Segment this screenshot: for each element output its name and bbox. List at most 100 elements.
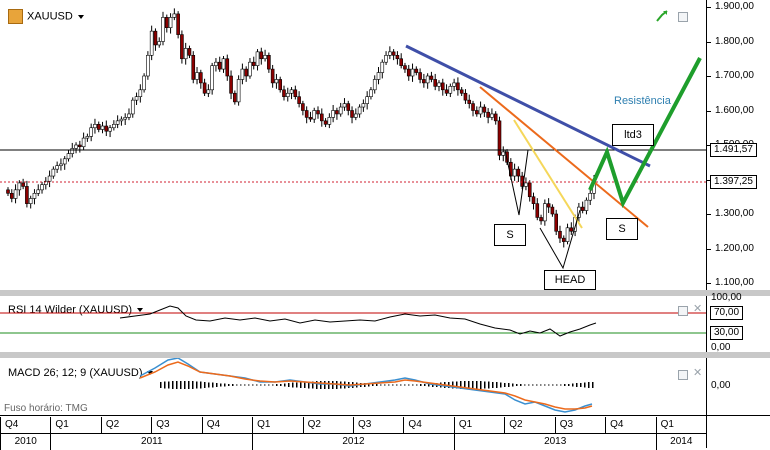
macd-hist-bar xyxy=(488,381,490,389)
candle-body xyxy=(440,82,445,91)
macd-hist-bar xyxy=(380,384,382,386)
macd-hist-bar xyxy=(228,384,230,386)
candle-body xyxy=(32,193,37,199)
candle-body xyxy=(62,158,67,165)
macd-hist-bar xyxy=(288,383,290,387)
quarter-cell: Q4 xyxy=(605,417,655,433)
candle-body xyxy=(335,110,339,115)
year-cell: 2010 xyxy=(0,434,50,450)
macd-pane[interactable]: MACD 26; 12; 9 (XAUUSD) Fuso horário: TM… xyxy=(0,358,706,415)
candle-body xyxy=(527,182,532,198)
candle-body xyxy=(263,54,267,60)
candle-body xyxy=(323,120,328,125)
candle-body xyxy=(369,89,373,98)
macd-hist-bar xyxy=(188,381,190,389)
quarter-cell: Q1 xyxy=(655,417,706,433)
macd-close-icon[interactable]: ✕ xyxy=(693,366,702,379)
candle-body xyxy=(89,127,93,137)
macd-hist-bar xyxy=(160,382,162,388)
level-2-value: 1.397,25 xyxy=(710,175,757,189)
price-tick-label: 1.100,00 xyxy=(715,277,754,288)
signal-arrow-icon xyxy=(656,10,668,22)
candle-body xyxy=(372,79,377,91)
quarter-cell: Q2 xyxy=(302,417,353,433)
candle-body xyxy=(388,51,392,56)
candle-body xyxy=(293,89,298,98)
price-pane[interactable]: XAUUSD Resistência ltd3 S S HEAD xyxy=(0,0,706,290)
candle-body xyxy=(282,89,286,98)
candle-body xyxy=(176,13,180,35)
candle-body xyxy=(40,184,44,191)
macd-hist-bar xyxy=(508,383,510,387)
macd-hist-bar xyxy=(332,381,334,389)
rsi-tick-100: 100,00 xyxy=(711,292,742,303)
candle-body xyxy=(331,110,335,118)
year-cell: 2013 xyxy=(453,434,656,450)
candle-body xyxy=(199,72,203,84)
price-axis: 1.900,001.800,001.700,001.600,001.500,00… xyxy=(706,0,770,290)
candle-body xyxy=(285,92,290,98)
s-right-label: S xyxy=(606,218,638,240)
candle-body xyxy=(569,227,574,232)
pane-maximize-icon[interactable] xyxy=(678,12,688,22)
candle-body xyxy=(96,124,101,130)
candle-body xyxy=(210,65,214,91)
s-left-label: S xyxy=(494,224,526,246)
candle-body xyxy=(81,137,86,148)
candle-body xyxy=(467,99,472,104)
quarter-cell: Q4 xyxy=(0,417,50,433)
candle-body xyxy=(433,79,438,87)
candle-body xyxy=(130,99,135,115)
candle-body xyxy=(565,227,570,242)
candle-body xyxy=(66,153,71,160)
macd-chart[interactable] xyxy=(0,358,706,415)
candle-body xyxy=(225,58,230,77)
rsi-chart[interactable] xyxy=(0,296,706,352)
candle-body xyxy=(338,106,343,115)
candle-body xyxy=(108,127,112,132)
candle-body xyxy=(267,54,271,70)
candle-body xyxy=(512,168,517,177)
rsi-tick-30: 30,00 xyxy=(710,326,744,340)
quarter-cell: Q3 xyxy=(353,417,403,433)
year-cell: 2011 xyxy=(50,434,252,450)
rsi-maximize-icon[interactable] xyxy=(678,306,688,316)
candle-body xyxy=(9,193,14,199)
macd-hist-bar xyxy=(184,381,186,389)
macd-hist-bar xyxy=(472,381,474,389)
macd-hist-bar xyxy=(544,384,546,386)
candle-body xyxy=(588,193,593,201)
macd-hist-bar xyxy=(512,383,514,387)
rsi-tick-70: 70,00 xyxy=(710,306,744,320)
candle-body xyxy=(202,82,207,94)
price-chart[interactable] xyxy=(0,0,706,290)
macd-hist-bar xyxy=(580,383,582,387)
macd-maximize-icon[interactable] xyxy=(678,370,688,380)
candle-body xyxy=(274,79,279,84)
quarter-cell: Q1 xyxy=(50,417,100,433)
rsi-pane[interactable]: RSI 14 Wilder (XAUUSD) ✕ xyxy=(0,296,706,352)
candle-body xyxy=(380,61,385,73)
macd-hist-bar xyxy=(196,381,198,389)
candle-body xyxy=(501,151,506,156)
candle-body xyxy=(399,58,403,66)
price-tickmark xyxy=(707,7,711,8)
candle-body xyxy=(543,203,547,222)
quarters-row: Q4 Q1 Q2 Q3 Q4 Q1 Q2 Q3 Q4 Q1 Q2 Q3 Q4 Q1 xyxy=(0,417,706,433)
candle-body xyxy=(395,54,400,60)
macd-hist-bar xyxy=(588,382,590,388)
timezone-label: Fuso horário: TMG xyxy=(4,403,88,414)
candle-body xyxy=(546,203,551,208)
time-axis: Q4 Q1 Q2 Q3 Q4 Q1 Q2 Q3 Q4 Q1 Q2 Q3 Q4 Q1 2010 2011 201… xyxy=(0,415,706,450)
macd-hist-bar xyxy=(500,382,502,388)
candle-body xyxy=(240,68,245,80)
candle-body xyxy=(376,72,381,80)
candle-body xyxy=(161,17,165,42)
candle-body xyxy=(422,79,426,84)
candle-body xyxy=(539,217,543,222)
candle-body xyxy=(403,65,407,70)
rsi-close-icon[interactable]: ✕ xyxy=(693,302,702,315)
macd-hist-bar xyxy=(392,384,394,386)
candle-body xyxy=(146,54,150,77)
price-tickmark xyxy=(707,76,711,77)
